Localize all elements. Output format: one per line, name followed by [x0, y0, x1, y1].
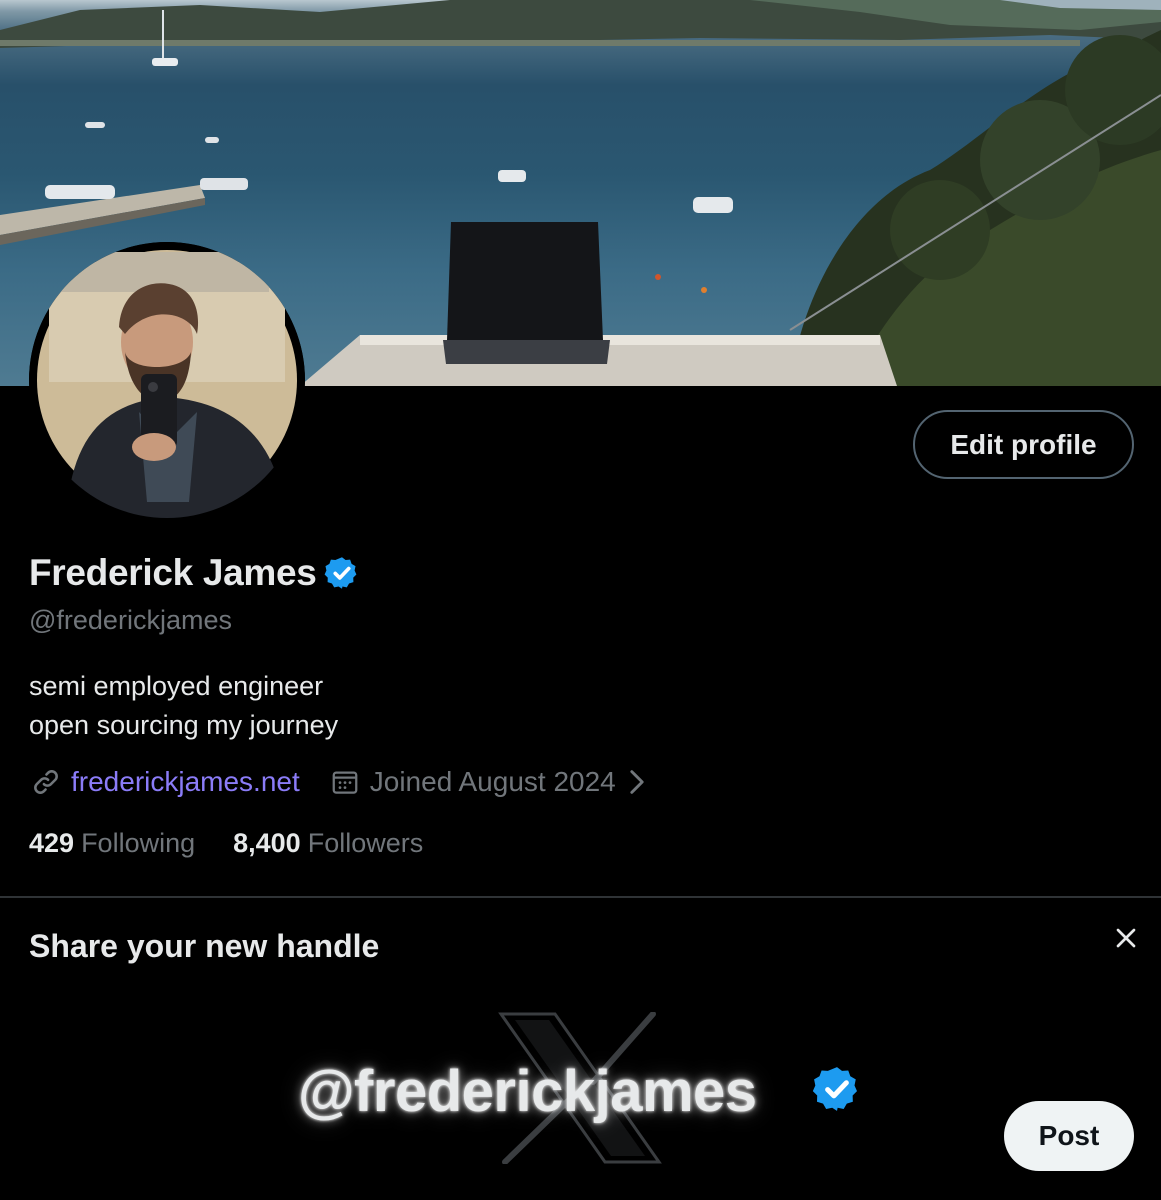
profile-stats: 429 Following 8,400 Followers — [29, 828, 423, 859]
chevron-right-icon[interactable] — [628, 769, 646, 795]
avatar-photo — [29, 242, 305, 518]
following-stat[interactable]: 429 Following — [29, 828, 195, 859]
display-name: Frederick James — [29, 552, 317, 593]
bio-line: open sourcing my journey — [29, 710, 339, 740]
link-icon — [34, 770, 58, 794]
close-icon[interactable] — [1110, 922, 1142, 954]
section-divider — [0, 896, 1161, 898]
profile-avatar[interactable] — [29, 242, 305, 518]
profile-name-row: Frederick James — [29, 552, 360, 594]
following-label: Following — [81, 828, 196, 858]
share-card-title: Share your new handle — [29, 928, 380, 964]
following-count: 429 — [29, 828, 75, 858]
share-card-handle: @frederickjames — [298, 1059, 757, 1124]
profile-handle: @frederickjames — [29, 605, 232, 635]
followers-label: Followers — [307, 828, 424, 858]
calendar-icon — [332, 771, 358, 794]
verified-badge-icon[interactable] — [324, 555, 360, 591]
profile-bio: semi employed engineer open sourcing my … — [29, 667, 338, 745]
post-button[interactable]: Post — [1004, 1101, 1134, 1171]
verified-badge-icon — [812, 1067, 857, 1111]
followers-count: 8,400 — [233, 828, 301, 858]
profile-meta: frederickjames.net Joined August 2024 — [29, 765, 646, 799]
joined-date: Joined August 2024 — [369, 766, 616, 797]
bio-line: semi employed engineer — [29, 671, 324, 701]
followers-stat[interactable]: 8,400 Followers — [233, 828, 423, 859]
edit-profile-button[interactable]: Edit profile — [913, 410, 1134, 479]
website-link[interactable]: frederickjames.net — [71, 766, 300, 798]
